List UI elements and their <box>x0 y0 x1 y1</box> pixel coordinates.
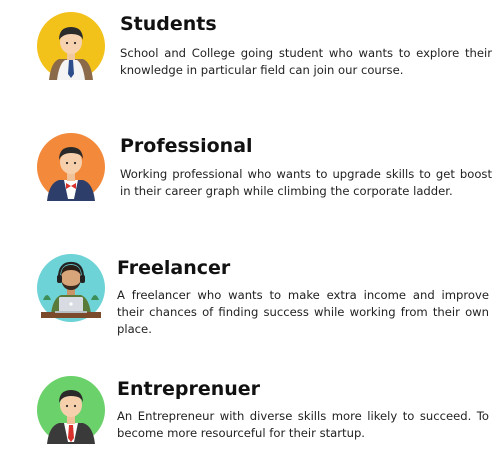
item-title: Entreprenuer <box>117 378 261 400</box>
item-title: Freelancer <box>117 257 231 279</box>
item-description: Working professional who wants to upgrad… <box>120 167 492 198</box>
item-title: Students <box>120 13 217 35</box>
item-description: School and College going student who wan… <box>120 46 492 77</box>
entrepreneur-icon <box>37 376 105 444</box>
professional-icon <box>37 133 105 201</box>
student-icon <box>37 12 105 80</box>
item-description: A freelancer who wants to make extra inc… <box>117 288 489 336</box>
item-description: An Entrepreneur with diverse skills more… <box>117 409 489 440</box>
item-title: Professional <box>120 135 253 157</box>
freelancer-icon <box>37 254 105 322</box>
